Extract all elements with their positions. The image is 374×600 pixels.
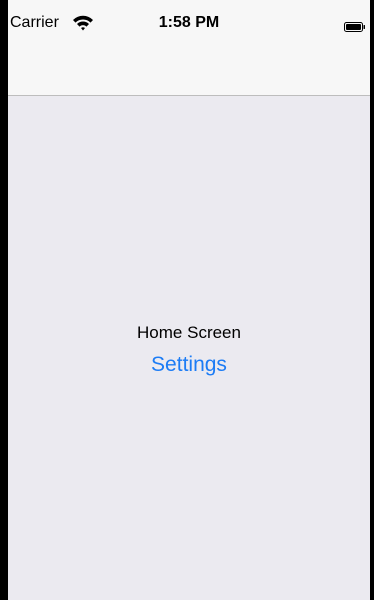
status-time: 1:58 PM [158, 14, 220, 31]
carrier-label: Carrier [10, 14, 59, 31]
frame-border-left [0, 0, 8, 600]
navigation-bar [8, 40, 370, 96]
main-content: Home Screen Settings [8, 96, 370, 600]
home-screen-label: Home Screen [137, 323, 241, 342]
device-frame: Carrier 1:58 PM Home Screen Settings [0, 0, 374, 600]
frame-border-right [370, 0, 374, 600]
battery-icon [344, 19, 366, 32]
app-screen: Carrier 1:58 PM Home Screen Settings [8, 0, 370, 600]
wifi-icon [72, 14, 94, 32]
status-bar: Carrier 1:58 PM [8, 0, 370, 40]
settings-button[interactable]: Settings [139, 351, 239, 379]
